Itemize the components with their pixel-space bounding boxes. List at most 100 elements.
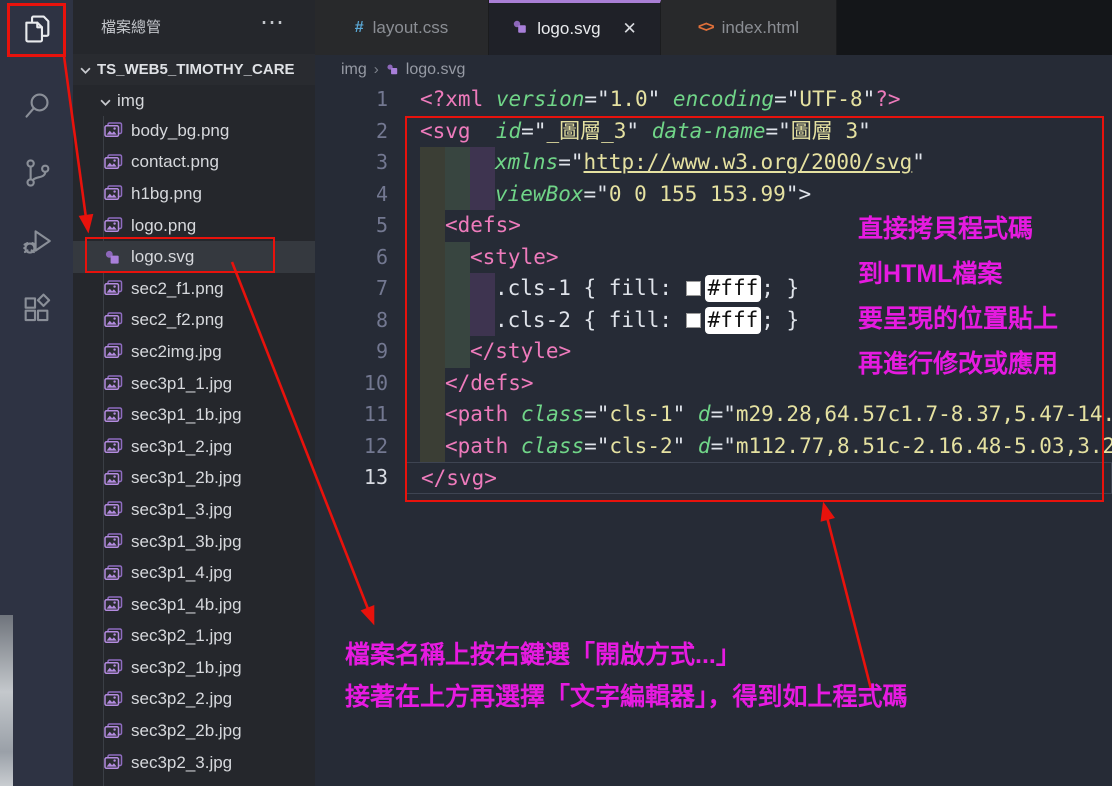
file-row-sec2_f1.png[interactable]: sec2_f1.png bbox=[73, 273, 315, 305]
file-row-h1bg.png[interactable]: h1bg.png bbox=[73, 178, 315, 210]
file-row-sec3p2_1b.jpg[interactable]: sec3p2_1b.jpg bbox=[73, 652, 315, 684]
code-line-9[interactable]: </style> bbox=[405, 336, 1112, 368]
file-row-sec3p1_2b.jpg[interactable]: sec3p1_2b.jpg bbox=[73, 463, 315, 495]
code-token: m29.28,64.57c1.7-8.37,5.47-14. bbox=[736, 399, 1112, 431]
file-row-logo.png[interactable]: logo.png bbox=[73, 210, 315, 242]
file-row-sec3p1_1.jpg[interactable]: sec3p1_1.jpg bbox=[73, 368, 315, 400]
breadcrumb-folder[interactable]: img bbox=[341, 61, 367, 79]
file-row-sec3p2_2b.jpg[interactable]: sec3p2_2b.jpg bbox=[73, 715, 315, 747]
indent-guide-block bbox=[445, 179, 470, 211]
code-token: ; } bbox=[761, 273, 799, 305]
code-token bbox=[483, 84, 496, 116]
file-label: sec2_f2.png bbox=[131, 310, 224, 330]
code-token: 0 0 155 153.99 bbox=[609, 179, 786, 211]
code-token: version bbox=[496, 84, 585, 116]
image-file-icon bbox=[104, 407, 123, 424]
code-token: cls-2 bbox=[609, 431, 672, 463]
extensions-icon[interactable] bbox=[16, 288, 58, 330]
close-icon[interactable]: ✕ bbox=[623, 19, 637, 39]
code-line-13[interactable]: </svg> bbox=[405, 462, 1112, 494]
indent-guide-block bbox=[420, 273, 445, 305]
tab-layout-css[interactable]: #layout.css bbox=[315, 0, 489, 55]
code-token: =" bbox=[711, 399, 736, 431]
line-number: 13 bbox=[315, 462, 405, 494]
file-row-sec3p1_4.jpg[interactable]: sec3p1_4.jpg bbox=[73, 557, 315, 589]
code-line-6[interactable]: <style> bbox=[405, 242, 1112, 274]
chevron-down-icon bbox=[100, 91, 111, 111]
color-swatch bbox=[686, 313, 701, 328]
search-icon[interactable] bbox=[16, 84, 58, 126]
code-line-5[interactable]: <defs> bbox=[405, 210, 1112, 242]
code-line-8[interactable]: .cls-2 { fill: #fff; } bbox=[405, 305, 1112, 337]
file-row-sec3p2_1.jpg[interactable]: sec3p2_1.jpg bbox=[73, 621, 315, 653]
code-token bbox=[508, 399, 521, 431]
code-line-3[interactable]: xmlns="http://www.w3.org/2000/svg" bbox=[405, 147, 1112, 179]
file-label: h1bg.png bbox=[131, 184, 202, 204]
file-label: sec3p2_1b.jpg bbox=[131, 658, 242, 678]
code-line-10[interactable]: </defs> bbox=[405, 368, 1112, 400]
code-line-11[interactable]: <path class="cls-1" d="m29.28,64.57c1.7-… bbox=[405, 399, 1112, 431]
code-token: d bbox=[698, 431, 711, 463]
tree-root-folder[interactable]: TS_WEB5_TIMOTHY_CARE bbox=[73, 54, 315, 85]
code-token: " bbox=[673, 431, 698, 463]
code-editor[interactable]: <?xml version="1.0" encoding="UTF-8"?><s… bbox=[405, 84, 1112, 494]
chevron-down-icon bbox=[80, 61, 91, 78]
hex-value: #fff bbox=[705, 275, 762, 302]
file-row-sec3p2_3.jpg[interactable]: sec3p2_3.jpg bbox=[73, 747, 315, 779]
file-row-contact.png[interactable]: contact.png bbox=[73, 147, 315, 179]
file-row-sec2img.jpg[interactable]: sec2img.jpg bbox=[73, 336, 315, 368]
line-number: 5 bbox=[315, 210, 405, 242]
desktop-edge bbox=[0, 615, 13, 786]
code-line-1[interactable]: <?xml version="1.0" encoding="UTF-8"?> bbox=[405, 84, 1112, 116]
html-file-icon: <> bbox=[698, 19, 713, 37]
breadcrumb[interactable]: img › logo.svg bbox=[315, 55, 1112, 84]
code-token: " bbox=[648, 84, 673, 116]
file-row-logo.svg[interactable]: logo.svg bbox=[73, 241, 315, 273]
tab-bar: #layout.csslogo.svg✕ <> index.html bbox=[315, 0, 1112, 55]
file-row-sec2_f2.png[interactable]: sec2_f2.png bbox=[73, 305, 315, 337]
image-file-icon bbox=[104, 723, 123, 740]
code-token: </style> bbox=[470, 336, 571, 368]
code-line-7[interactable]: .cls-1 { fill: #fff; } bbox=[405, 273, 1112, 305]
breadcrumb-file[interactable]: logo.svg bbox=[406, 61, 466, 79]
code-line-4[interactable]: viewBox="0 0 155 153.99"> bbox=[405, 179, 1112, 211]
file-list: body_bg.pngcontact.png h1bg.png logo.png lo… bbox=[73, 115, 315, 778]
file-row-sec3p1_1b.jpg[interactable]: sec3p1_1b.jpg bbox=[73, 399, 315, 431]
code-token: ; } bbox=[761, 305, 799, 337]
file-row-body_bg.png[interactable]: body_bg.png bbox=[73, 115, 315, 147]
source-control-icon[interactable] bbox=[16, 152, 58, 194]
tab-index-html[interactable]: <> index.html bbox=[661, 0, 837, 55]
file-row-sec3p2_2.jpg[interactable]: sec3p2_2.jpg bbox=[73, 684, 315, 716]
code-line-2[interactable]: <svg id="_圖層_3" data-name="圖層 3" bbox=[405, 116, 1112, 148]
image-file-icon bbox=[104, 438, 123, 455]
file-label: logo.png bbox=[131, 216, 196, 236]
code-token: cls-1 bbox=[609, 399, 672, 431]
file-label: sec3p1_4b.jpg bbox=[131, 595, 242, 615]
code-token: .cls-2 { fill: bbox=[495, 305, 685, 337]
img-folder-label: img bbox=[117, 91, 144, 111]
run-debug-icon[interactable] bbox=[16, 220, 58, 262]
more-actions-icon[interactable]: ⋯ bbox=[260, 8, 285, 37]
image-file-icon bbox=[104, 122, 123, 139]
file-row-sec3p1_3b.jpg[interactable]: sec3p1_3b.jpg bbox=[73, 526, 315, 558]
file-row-sec3p1_2.jpg[interactable]: sec3p1_2.jpg bbox=[73, 431, 315, 463]
file-label: sec2img.jpg bbox=[131, 342, 222, 362]
image-file-icon bbox=[104, 185, 123, 202]
code-token: ?> bbox=[875, 84, 900, 116]
indent-guide-block bbox=[470, 147, 495, 179]
line-number: 2 bbox=[315, 116, 405, 148]
code-token: </svg> bbox=[421, 463, 497, 493]
file-row-sec3p1_3.jpg[interactable]: sec3p1_3.jpg bbox=[73, 494, 315, 526]
tab-logo-svg[interactable]: logo.svg✕ bbox=[489, 0, 661, 55]
code-line-12[interactable]: <path class="cls-2" d="m112.77,8.51c-2.1… bbox=[405, 431, 1112, 463]
code-token: =" bbox=[766, 116, 791, 148]
tab-label: index.html bbox=[722, 18, 799, 38]
code-token: =" bbox=[584, 179, 609, 211]
explorer-header: 檔案總管 ⋯ bbox=[73, 0, 315, 52]
code-token: </defs> bbox=[445, 368, 534, 400]
tree-folder-img[interactable]: img bbox=[73, 86, 315, 115]
indent-guide-block bbox=[420, 399, 445, 431]
file-row-sec3p1_4b.jpg[interactable]: sec3p1_4b.jpg bbox=[73, 589, 315, 621]
explorer-icon[interactable] bbox=[16, 8, 58, 50]
indent-guide-block bbox=[445, 273, 470, 305]
